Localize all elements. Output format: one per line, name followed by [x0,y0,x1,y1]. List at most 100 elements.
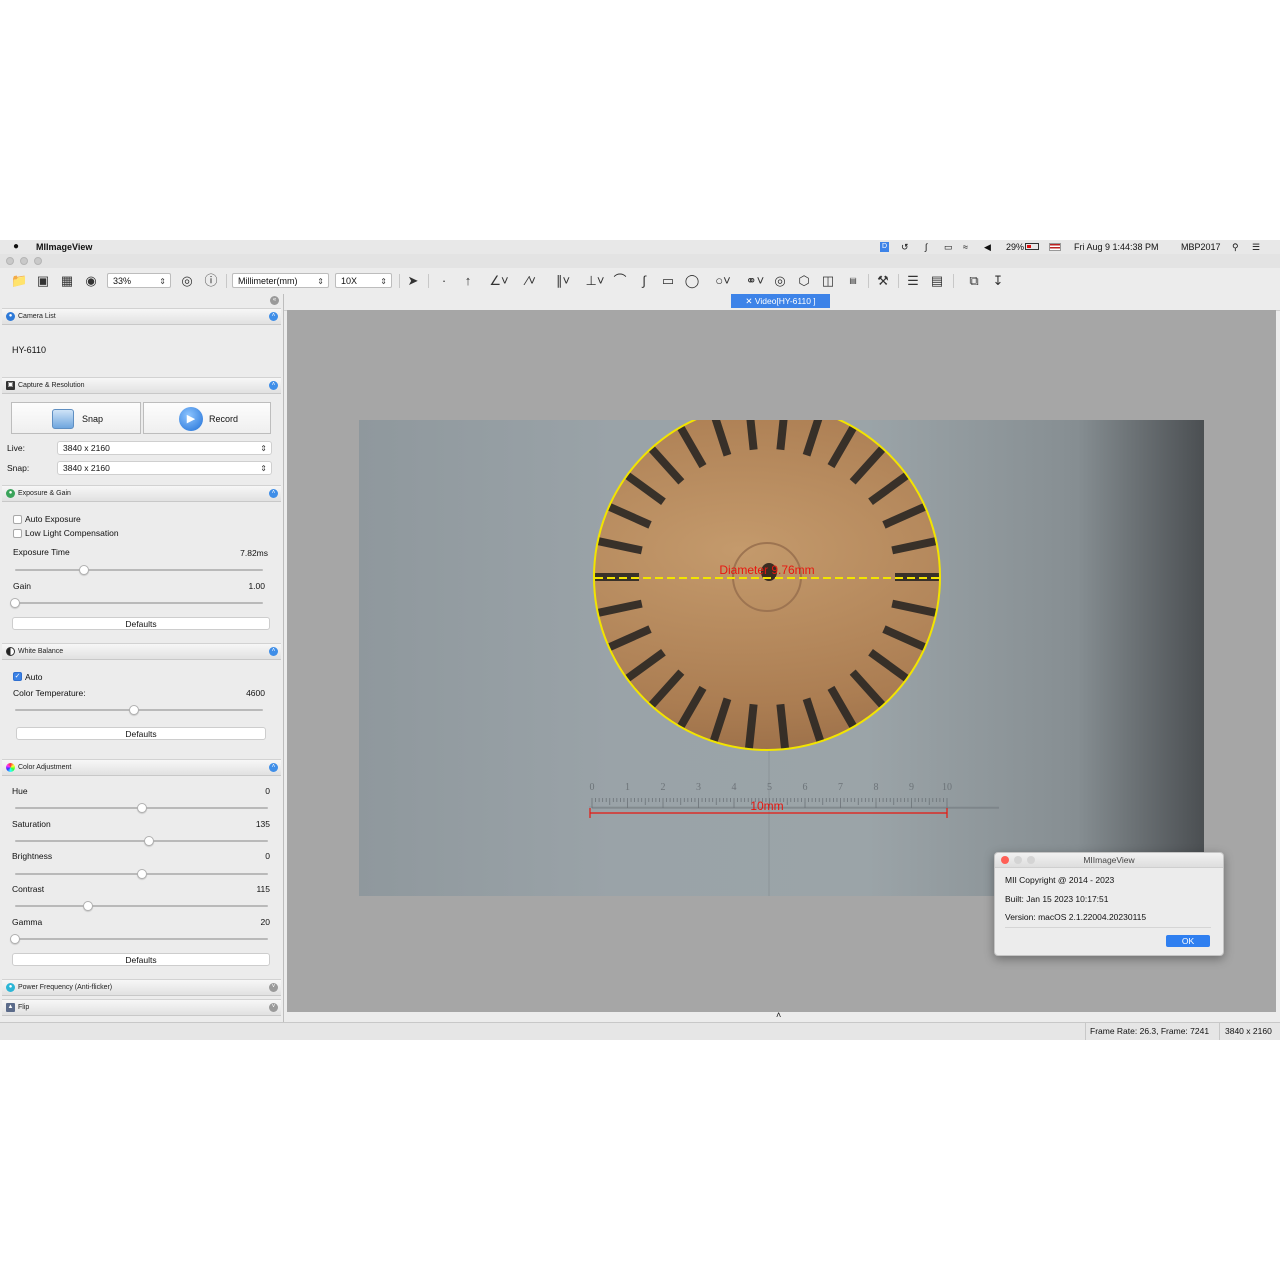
copy-icon[interactable]: ⧉ [966,272,982,290]
camera-item[interactable]: HY-6110 [12,345,46,355]
saturation-slider[interactable] [15,840,268,842]
two-circles-tool-icon[interactable]: ⚭˅ [744,272,766,290]
white-balance-defaults-button[interactable]: Defaults [16,727,266,740]
export-icon[interactable]: ↧ [990,272,1006,290]
control-center-icon[interactable]: ☰ [1252,241,1260,253]
saturation-slider-knob[interactable] [144,836,155,846]
white-balance-header[interactable]: White Balance ˄ [2,643,281,660]
minimize-window-button[interactable] [20,257,28,265]
capture-resolution-header[interactable]: ▣ Capture & Resolution ˄ [2,377,281,394]
exposure-defaults-button[interactable]: Defaults [12,617,270,630]
info-icon[interactable]: ⓘ [203,272,219,290]
camera-snapshot-icon[interactable]: ◉ [83,272,99,290]
ruler-tick-label: 5 [767,782,772,793]
time-machine-icon[interactable]: ↺ [901,241,909,253]
camera-list-header[interactable]: ● Camera List ˄ [2,308,281,325]
save-all-icon[interactable]: ▦ [59,272,75,290]
concentric-circle-tool-icon[interactable]: ◎ [772,272,788,290]
expand-up-chevron-icon[interactable]: ˄ [776,1010,781,1020]
collapse-chevron-icon[interactable]: ˄ [269,312,278,321]
target-icon[interactable]: ◎ [179,272,195,290]
ruler-tick-label: 6 [803,782,808,793]
battery-icon[interactable] [1025,243,1039,250]
color-adjustment-header[interactable]: Color Adjustment ˄ [2,759,281,776]
menubar: ● MIImageView D ↺ ∫ ▭ ≈ ◀ 29% Fri Aug 9 … [0,240,1280,255]
low-light-checkbox[interactable] [13,529,22,538]
gamma-slider-knob[interactable] [10,934,20,944]
unit-select[interactable]: Millimeter(mm) ⇕ [232,273,329,288]
record-button[interactable]: ▶ Record [143,402,271,434]
brightness-slider-knob[interactable] [136,869,147,879]
color-adjustment-defaults-button[interactable]: Defaults [12,953,270,966]
live-resolution-select[interactable]: 3840 x 2160 ⇕ [57,441,272,455]
polygon-tool-icon[interactable]: ⬡ [796,272,812,290]
list-icon[interactable]: ▤ [929,272,945,290]
gain-label: Gain [13,581,31,591]
dialog-close-button[interactable] [1001,856,1009,864]
wifi-icon[interactable]: ≈ [963,241,968,253]
ruler-tick-label: 9 [909,782,914,793]
text-tool-icon[interactable]: ◫ [820,272,836,290]
snap-button[interactable]: Snap [11,402,141,434]
collapse-chevron-icon[interactable]: ˄ [269,489,278,498]
expand-chevron-icon[interactable]: ˅ [269,983,278,992]
apple-icon[interactable]: ● [13,241,19,253]
app-menu[interactable]: MIImageView [36,241,92,253]
arc-tool-icon[interactable]: ⌒ [612,272,628,290]
expand-chevron-icon[interactable]: ˅ [269,1003,278,1012]
close-window-button[interactable] [6,257,14,265]
clock[interactable]: Fri Aug 9 1:44:38 PM [1074,241,1159,253]
curve-tool-icon[interactable]: ∫ [636,272,652,290]
spotlight-search-icon[interactable]: ⚲ [1232,241,1239,253]
exposure-gain-header[interactable]: ● Exposure & Gain ˄ [2,485,281,502]
layers-icon[interactable]: ☰ [905,272,921,290]
live-video-image[interactable]: Diameter 9.76mm 0 1 2 3 4 5 6 7 8 9 10 10mm [359,420,1204,896]
scale-bar-tool-icon[interactable]: ▤ [844,272,862,290]
auto-exposure-checkbox[interactable] [13,515,22,524]
measure-tools-icon[interactable]: ⚒ [874,272,892,290]
bluetooth-icon[interactable]: ∫ [925,241,927,253]
hue-label: Hue [12,786,28,796]
gain-slider-knob[interactable] [10,598,20,608]
save-icon[interactable]: ▣ [35,272,51,290]
collapse-chevron-icon[interactable]: ˄ [269,763,278,772]
airplay-icon[interactable]: ▭ [944,241,953,253]
gamma-slider[interactable] [15,938,268,940]
collapse-chevron-icon[interactable]: ˄ [269,647,278,656]
parallel-lines-tool-icon[interactable]: ∥˅ [552,272,574,290]
open-folder-icon[interactable]: 📁 [11,272,27,290]
snap-resolution-select[interactable]: 3840 x 2160 ⇕ [57,461,272,475]
contrast-slider-knob[interactable] [83,901,94,911]
us-flag-icon[interactable] [1049,243,1061,251]
point-tool-icon[interactable]: · [436,272,452,290]
app-window: ● MIImageView D ↺ ∫ ▭ ≈ ◀ 29% Fri Aug 9 … [0,240,1280,1040]
circle-tool-icon[interactable]: ○˅ [712,272,734,290]
user-name[interactable]: MBP2017 [1181,241,1221,253]
app-status-icon[interactable]: D [880,242,889,252]
hue-slider-knob[interactable] [136,803,147,813]
flip-header[interactable]: ▲ Flip ˅ [2,999,281,1016]
line-tool-icon[interactable]: ∕˅ [520,272,542,290]
contrast-slider[interactable] [15,905,268,907]
magnification-select[interactable]: 10X ⇕ [335,273,392,288]
zoom-window-button[interactable] [34,257,42,265]
exposure-time-slider[interactable] [15,569,263,571]
collapse-panel-icon[interactable]: « [270,296,279,305]
angle-tool-icon[interactable]: ∠˅ [488,272,510,290]
rectangle-tool-icon[interactable]: ▭ [660,272,676,290]
ellipse-tool-icon[interactable]: ◯ [684,272,700,290]
zoom-select[interactable]: 33% ⇕ [107,273,171,288]
white-balance-auto-checkbox[interactable]: ✓ [13,672,22,681]
arrow-line-tool-icon[interactable]: ↑ [460,272,476,290]
gain-slider[interactable] [15,602,263,604]
close-tab-icon[interactable]: ✕ [745,296,752,306]
perpendicular-tool-icon[interactable]: ⊥˅ [584,272,606,290]
power-frequency-header[interactable]: ● Power Frequency (Anti-flicker) ˅ [2,979,281,996]
collapse-chevron-icon[interactable]: ˄ [269,381,278,390]
color-temperature-slider-knob[interactable] [129,705,140,715]
video-tab[interactable]: ✕ Video[HY-6110 ] [731,294,830,308]
volume-icon[interactable]: ◀ [984,241,991,253]
ok-button[interactable]: OK [1166,935,1210,947]
pointer-tool-icon[interactable]: ➤ [405,272,421,290]
exposure-time-slider-knob[interactable] [79,565,90,575]
